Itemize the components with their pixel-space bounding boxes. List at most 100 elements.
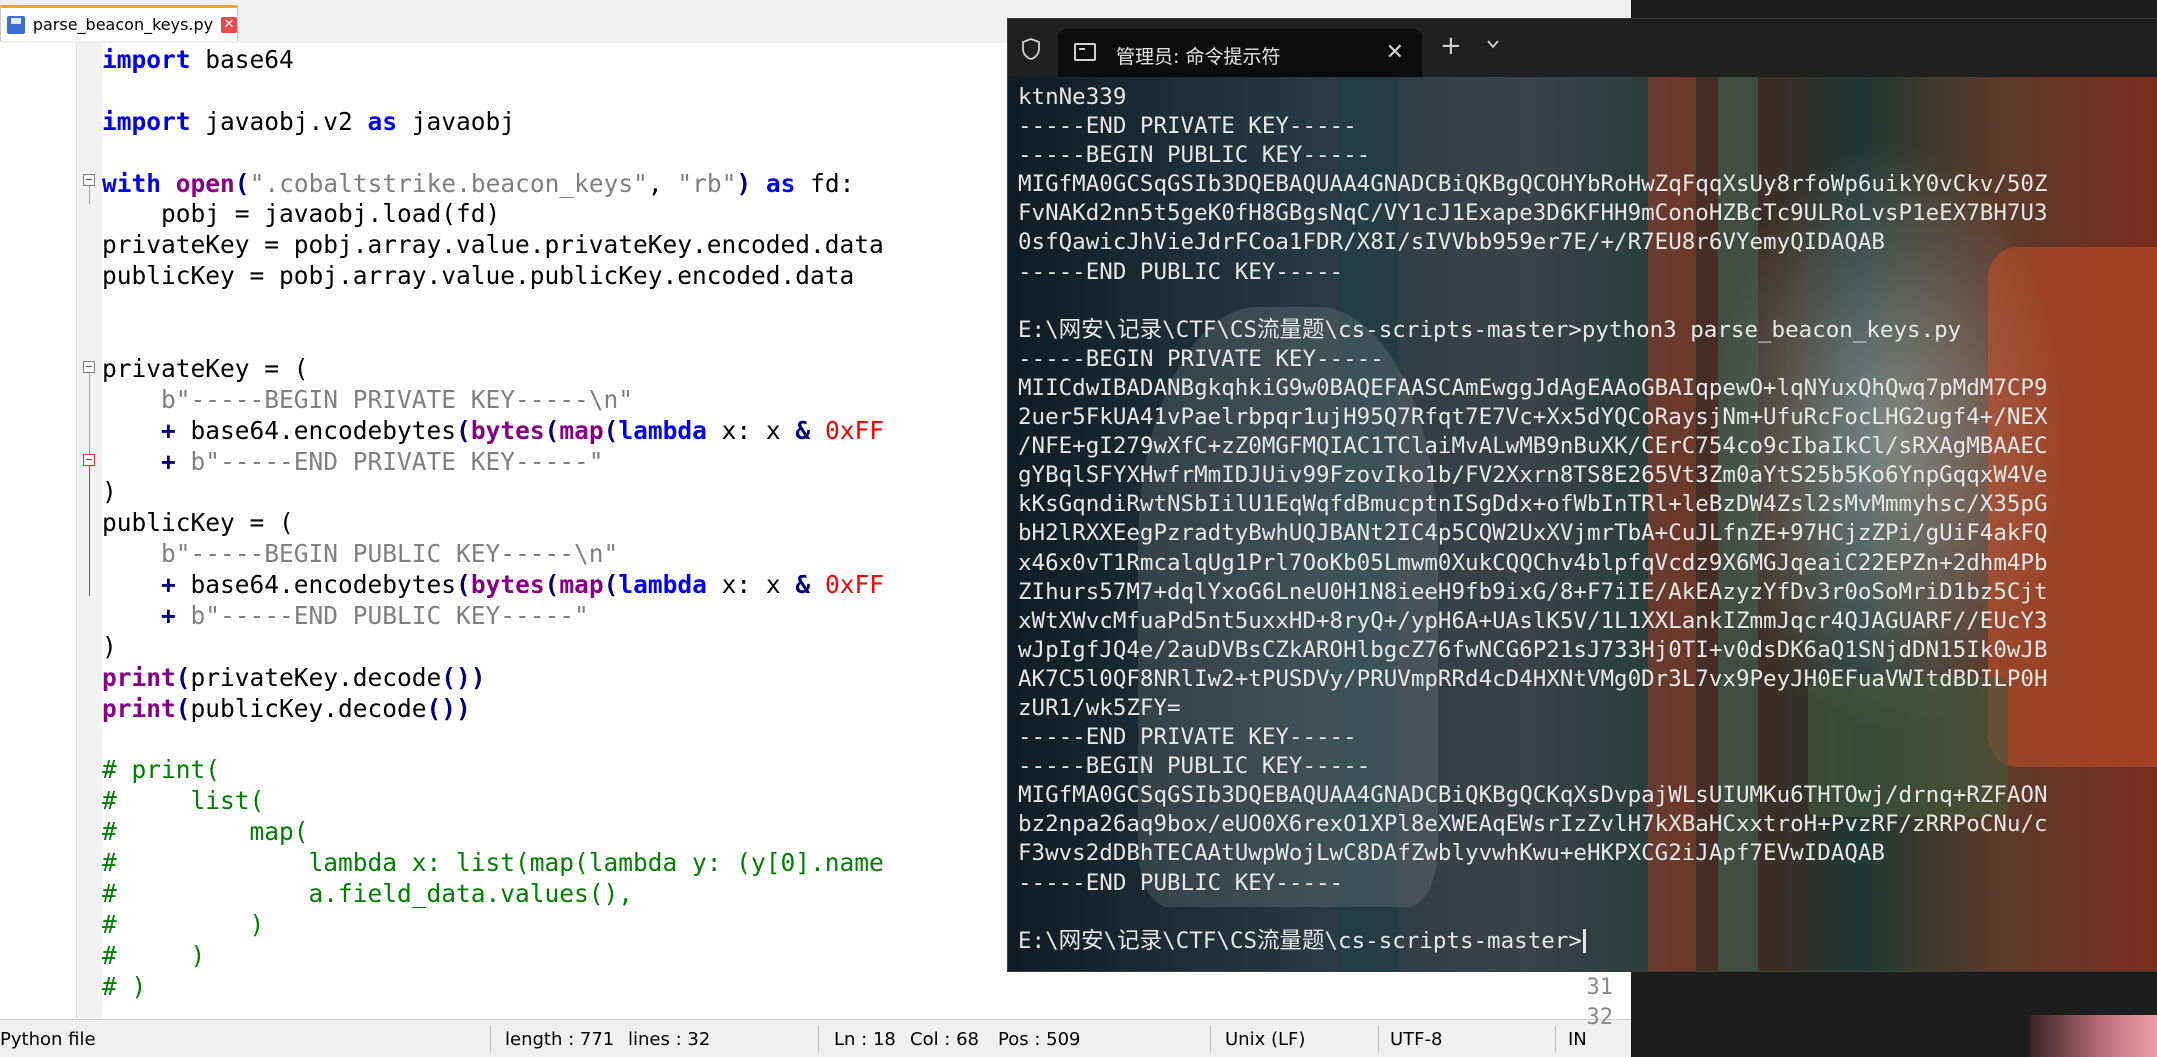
code-token: + [161,446,176,476]
code-token: + [161,415,176,445]
code-line: ) [102,631,117,662]
code-token: map [559,415,604,445]
terminal-tab[interactable]: 管理员: 命令提示符 ✕ [1058,29,1422,77]
code-token: # map( [102,817,309,847]
file-tab-parse-beacon-keys[interactable]: parse_beacon_keys.py ✕ [0,5,238,41]
code-line: publicKey = ( [102,507,294,538]
code-line: # ) [102,940,205,971]
terminal-output[interactable]: ktnNe339 -----END PRIVATE KEY----- -----BE… [1008,77,2157,971]
code-token: javaobj.v2 [190,106,368,136]
code-token: x: x [706,415,796,445]
status-eol: Unix (LF) [1225,1029,1306,1050]
code-line: print(privateKey.decode()) [102,662,486,693]
close-tab-icon[interactable]: ✕ [221,16,237,33]
code-token: fd: [795,168,855,198]
terminal-line-text: kKsGqndiRwtNSbIilU1EqWqfdBmucptnISgDdx+o… [1018,491,2048,518]
fold-toggle-icon[interactable] [83,454,95,466]
code-token: ) [736,168,752,198]
code-line: publicKey = pobj.array.value.publicKey.e… [102,260,854,291]
chevron-down-icon[interactable] [1486,37,1500,51]
code-token: 0xFF [824,570,884,600]
terminal-line-text: MIGfMA0GCSqGSIb3DQEBAQUAA4GNADCBiQKBgQCO… [1018,171,2048,198]
terminal-line: kKsGqndiRwtNSbIilU1EqWqfdBmucptnISgDdx+o… [1018,490,2148,519]
status-insert-mode: IN [1568,1029,1587,1050]
code-token: + [161,600,176,630]
terminal-line: 2uer5FkUA41vPaelrbpqr1ujH95Q7Rfqt7E7Vc+X… [1018,403,2148,432]
terminal-line: FvNAKd2nn5t5geK0fH8GBgsNqC/VY1cJ1Exape3D… [1018,199,2148,228]
code-token: "rb" [677,168,737,198]
terminal-tab-bar: 管理员: 命令提示符 ✕ + [1008,19,2157,77]
code-token: base64 [190,45,294,75]
terminal-line: -----END PUBLIC KEY----- [1018,869,2148,898]
code-token: b"-----END PUBLIC KEY-----" [190,600,589,630]
file-tab-label: parse_beacon_keys.py [32,15,214,34]
terminal-line-text: gYBqlSFYXHwfrMmIDJUiv99FzovIko1b/FV2Xxrn… [1018,462,2048,489]
code-token: lambda [618,570,707,600]
code-token: # a.field_data.values(), [102,878,634,908]
code-token: publicKey = ( [102,508,294,538]
terminal-line-text: MIGfMA0GCSqGSIb3DQEBAQUAA4GNADCBiQKBgQCK… [1018,782,2048,809]
code-token: ( [175,693,191,723]
code-token: b"-----BEGIN PUBLIC KEY-----\n" [161,539,619,569]
terminal-line-text: F3wvs2dDBhTECAAtUwpWojLwC8DAfZwblyvwhKwu… [1018,840,1885,867]
code-token: # print( [102,755,221,785]
terminal-line: -----END PRIVATE KEY----- [1018,112,2148,141]
status-file-type: Python file [0,1029,96,1050]
code-token: ()) [426,693,471,723]
terminal-line-text: wJpIgfJQ4e/2auDVBsCZkAROHlbgcZ76fwNCG6P2… [1018,636,2048,663]
status-length: length : 771 [505,1029,615,1050]
code-line: # ) [102,909,264,940]
code-token: ( [456,570,471,600]
terminal-line-text: -----END PUBLIC KEY----- [1018,869,1344,896]
terminal-line: xWtXWvcMfuaPd5nt5uxxHD+8ryQ+/ypH6A+UAslK… [1018,607,2148,636]
code-token: privateKey.decode [190,662,442,692]
terminal-line: bH2lRXXEegPzradtyBwhUQJBANt2IC4p5CQW2UxX… [1018,519,2148,548]
code-token: with [102,168,162,198]
code-token: map [559,570,604,600]
code-line: import base64 [102,44,294,75]
terminal-line-text: -----BEGIN PUBLIC KEY----- [1018,753,1371,780]
terminal-line-text: bz2npa26aq9box/eUO0X6rexO1XPl8eXWEAqEWsr… [1018,811,2048,838]
fold-toggle-icon[interactable] [83,361,95,373]
code-token: # lambda x: list(map(lambda y: (y[0].nam… [102,847,884,877]
code-token: bytes [470,570,545,600]
terminal-line: MIGfMA0GCSqGSIb3DQEBAQUAA4GNADCBiQKBgQCK… [1018,781,2148,810]
code-line: import javaobj.v2 as javaobj [102,106,515,137]
code-token: # ) [102,971,147,1001]
terminal-line-text: -----END PUBLIC KEY----- [1018,258,1344,285]
terminal-line-text: E:\网安\记录\CTF\CS流量题\cs-scripts-master> [1018,927,1582,954]
code-token: # ) [102,909,265,939]
fold-toggle-icon[interactable] [83,174,95,186]
code-token: privateKey = pobj.array.value.privateKey… [102,230,884,260]
terminal-line: x46x0vT1RmcalqUg1Prl7OoKb05Lmwm0XukCQQCh… [1018,549,2148,578]
terminal-line: zUR1/wk5ZFY= [1018,694,2148,723]
terminal-line: -----END PRIVATE KEY----- [1018,723,2148,752]
terminal-line: F3wvs2dDBhTECAAtUwpWojLwC8DAfZwblyvwhKwu… [1018,839,2148,868]
code-token: base64.encodebytes [175,415,457,445]
close-tab-icon[interactable]: ✕ [1386,40,1404,65]
code-token: , [647,168,678,198]
text-cursor [1582,929,1586,954]
status-bar: Python file length : 771 lines : 32 Ln :… [0,1019,1631,1057]
code-token: ) [102,477,117,507]
code-token: ) [102,631,117,661]
terminal-line: -----BEGIN PRIVATE KEY----- [1018,345,2148,374]
code-token: & [795,570,811,600]
code-token: open [175,168,235,198]
code-token: + [161,570,176,600]
terminal-line: -----END PUBLIC KEY----- [1018,258,2148,287]
code-token: ( [603,570,619,600]
code-token: as [367,106,398,136]
new-tab-icon[interactable]: + [1440,31,1462,61]
terminal-line: E:\网安\记录\CTF\CS流量题\cs-scripts-master>pyt… [1018,316,2148,345]
code-line: + base64.encodebytes(bytes(map(lambda x:… [102,569,884,600]
code-line: # lambda x: list(map(lambda y: (y[0].nam… [102,847,884,878]
terminal-line: -----BEGIN PUBLIC KEY----- [1018,141,2148,170]
code-token: print [102,693,176,723]
floppy-disk-icon [7,15,25,34]
code-token: import [102,45,191,75]
